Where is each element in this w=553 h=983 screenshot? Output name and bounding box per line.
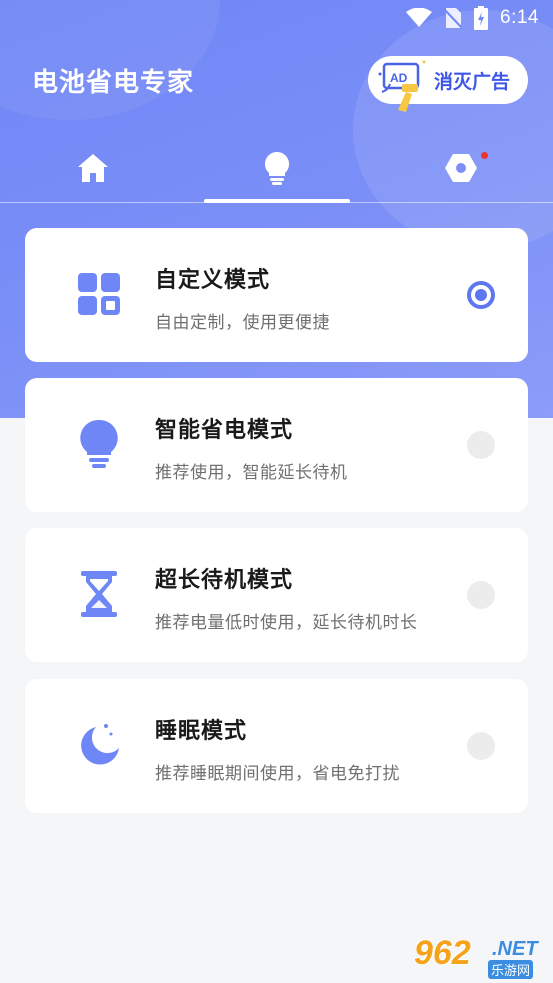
watermark-label: 乐游网 [488,960,534,979]
home-icon [76,151,110,189]
bulb-icon [264,151,290,189]
hourglass-icon [75,570,123,618]
grid-icon [75,270,123,318]
watermark-logo: 962 .NET 乐游网 [414,934,550,980]
mode-radio[interactable] [467,581,495,609]
mode-card-smart[interactable]: 智能省电模式 推荐使用，智能延长待机 [25,378,528,512]
status-time: 6:14 [500,7,539,28]
mode-card-custom[interactable]: 自定义模式 自由定制，使用更便捷 [25,228,528,362]
tab-indicator [204,199,350,203]
wifi-icon [406,8,433,28]
mode-subtitle: 推荐电量低时使用，延长待机时长 [155,613,418,633]
remove-ads-button[interactable]: AD 消灭广告 [368,56,528,112]
mode-title: 超长待机模式 [155,568,294,593]
tab-home[interactable] [20,140,166,200]
mode-radio[interactable] [467,431,495,459]
moon-icon [75,721,123,769]
tab-modes[interactable] [204,140,350,200]
watermark-number: 962 [414,934,471,972]
remove-ads-label: 消灭广告 [434,70,511,93]
ad-badge-text: AD [390,71,408,85]
no-sim-icon [444,7,463,29]
status-bar: 6:14 [0,0,553,36]
mode-title: 自定义模式 [155,268,271,293]
mode-title: 睡眠模式 [155,719,248,744]
tab-settings[interactable] [388,140,534,200]
decorative-wave [353,10,553,250]
hexagon-settings-icon [444,151,478,189]
mode-card-sleep[interactable]: 睡眠模式 推荐睡眠期间使用，省电免打扰 [25,679,528,813]
mode-radio[interactable] [467,281,495,309]
mode-subtitle: 推荐使用，智能延长待机 [155,463,348,483]
watermark-suffix: .NET [492,938,538,960]
ad-cleaner-icon: AD [376,54,434,119]
mode-title: 智能省电模式 [155,418,294,443]
notification-dot [481,152,488,159]
app-title: 电池省电专家 [32,68,195,98]
mode-card-long-standby[interactable]: 超长待机模式 推荐电量低时使用，延长待机时长 [25,528,528,662]
mode-subtitle: 自由定制，使用更便捷 [155,313,330,333]
mode-radio[interactable] [467,732,495,760]
tab-bar [0,140,553,204]
mode-subtitle: 推荐睡眠期间使用，省电免打扰 [155,764,400,784]
battery-charging-icon [474,6,489,30]
bulb-icon [75,419,123,468]
